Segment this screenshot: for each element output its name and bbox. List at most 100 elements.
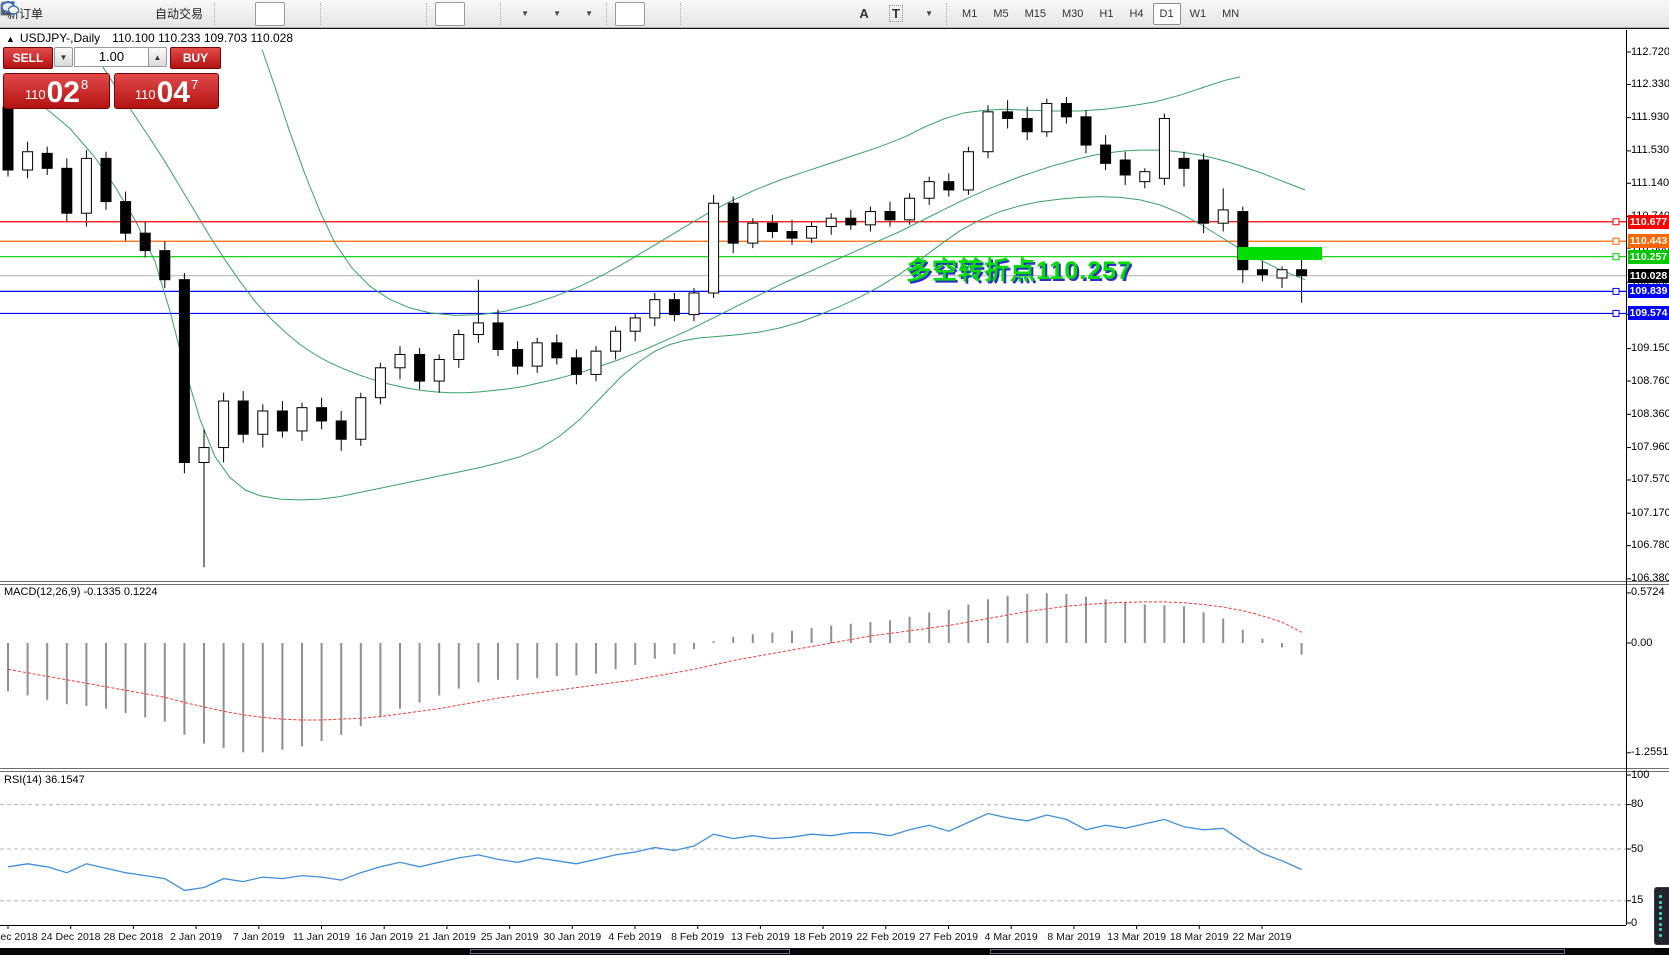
taskbar-strip [0,948,1669,955]
candle-body [492,322,504,350]
candle-body [335,420,347,440]
price-line-marker[interactable] [1612,218,1620,226]
price-tag-110.257[interactable]: 110.257 [1628,249,1669,264]
vertical-line-tool-button[interactable] [6,2,719,26]
tile-windows-button[interactable] [1,1,423,26]
toolbar-separator [426,2,432,25]
timeframe-M15[interactable]: M15 [1018,3,1053,25]
text-label-tool-button[interactable]: T [881,2,911,26]
templates-button[interactable]: ▼ [1,2,603,26]
candle-body [1041,103,1053,133]
desktop-widget [1654,887,1669,945]
price-line-marker[interactable] [1612,287,1620,295]
bollinger-middle-band [91,49,1306,394]
highlight-box[interactable] [1238,247,1322,260]
candle-body [100,157,112,203]
price-line-marker[interactable] [1612,237,1620,245]
arrows-tool-button[interactable]: ▼ [5,2,943,26]
sell-button[interactable]: SELL [3,47,53,69]
text-tool-icon: A [859,6,869,21]
date-label: 22 Mar 2019 [1232,931,1292,943]
collapse-arrow-icon[interactable]: ▲ [6,34,15,44]
timeframe-M30[interactable]: M30 [1055,3,1090,25]
candle-body [433,358,445,382]
signal-button[interactable] [2,2,147,26]
autotrade-button[interactable]: 自动交易 [1,2,211,26]
chart-shift-button[interactable] [2,2,497,26]
price-tag-109.839[interactable]: 109.839 [1628,284,1669,299]
date-label: 18 Feb 2019 [793,931,853,943]
candle-body [610,330,622,352]
candle-body [649,299,661,319]
toolbar-separator [214,2,220,25]
one-click-trading-panel: SELL ▼ 1.00 ▲ BUY 110 02 8 110 04 7 [3,47,221,111]
candle-body [766,222,778,232]
auto-scroll-button[interactable] [1,1,466,26]
candle-body [688,292,700,316]
candle-body [453,334,465,360]
zoom-out-button[interactable] [1,1,391,26]
widget-dot [1659,922,1662,926]
buy-price-tile[interactable]: 110 04 7 [114,73,219,109]
zoom-in-button[interactable] [1,1,359,26]
horizontal-line-tool-button[interactable] [2,2,751,26]
timeframe-H4[interactable]: H4 [1122,3,1150,25]
text-tool-button[interactable]: A [849,2,879,26]
crosshair-tool-button[interactable] [1,1,677,26]
timeframe-MN[interactable]: MN [1215,3,1246,25]
candle-body [198,447,210,464]
timeframe-H1[interactable]: H1 [1092,3,1120,25]
toolbar: 新订单 自动交易 ▼ ▼ ▼ A T ▼ M1 M5 M15 M30 H1 H4… [0,0,1669,28]
price-axis-label: 108.760 [1631,374,1669,387]
price-tag-109.574[interactable]: 109.574 [1628,306,1669,321]
candle-body [237,400,249,435]
candle-body [1158,117,1170,179]
date-label: 18 Mar 2019 [1169,931,1229,943]
buy-button[interactable]: BUY [170,47,221,69]
volume-input[interactable]: 1.00 [74,47,149,67]
toolbar-separator [606,2,612,25]
volume-decrease-button[interactable]: ▼ [54,47,73,67]
periods-button[interactable]: ▼ [1,1,571,26]
bar-chart-button[interactable] [1,2,253,26]
toolbar-separator [680,2,686,25]
candle-body [884,211,896,221]
sell-price-tile[interactable]: 110 02 8 [3,73,110,109]
volume-increase-button[interactable]: ▲ [148,47,167,67]
date-label: 19 Dec 2018 [0,931,38,943]
price-line-marker[interactable] [1612,253,1620,261]
chart-annotation-text[interactable]: 多空转折点110.257 [906,251,1132,287]
candle-body [2,106,14,171]
rsi-line [7,812,1302,892]
trendline-tool-button[interactable] [2,2,783,26]
candle-body [551,342,563,359]
price-tag-110.677[interactable]: 110.677 [1628,214,1669,229]
timeframe-D1[interactable]: D1 [1152,2,1181,25]
channel-tool-button[interactable]: E [1,2,815,26]
date-label: 4 Feb 2019 [608,931,662,943]
candlestick-chart-button[interactable] [1,1,286,26]
line-chart-button[interactable] [1,2,317,26]
search-button[interactable] [1,1,1630,26]
candle-body [1060,103,1072,118]
candle-body [864,211,876,226]
profile-button[interactable] [0,2,115,26]
price-line-marker[interactable] [1612,309,1620,317]
candle-body [1217,209,1229,224]
cursor-tool-button[interactable] [4,1,646,26]
timeframe-M5[interactable]: M5 [986,3,1015,25]
macd-axis-label: 0.00 [1631,636,1653,649]
indicators-button[interactable]: ▼ [1,1,539,26]
timeframe-M1[interactable]: M1 [955,3,984,25]
date-label: 16 Jan 2019 [355,931,414,943]
price-axis-label: 108.360 [1631,407,1669,420]
price-tag-110.443[interactable]: 110.443 [1628,234,1669,249]
history-center-button[interactable] [1,2,83,26]
fibonacci-tool-button[interactable]: F [2,2,847,26]
timeframe-W1[interactable]: W1 [1183,3,1214,25]
price-tag-110.028[interactable]: 110.028 [1628,268,1669,283]
rsi-axis-label: 50 [1631,842,1644,855]
chart-canvas[interactable] [0,0,1669,948]
chat-button[interactable] [1,1,1662,26]
toolbar-separator [320,2,326,25]
